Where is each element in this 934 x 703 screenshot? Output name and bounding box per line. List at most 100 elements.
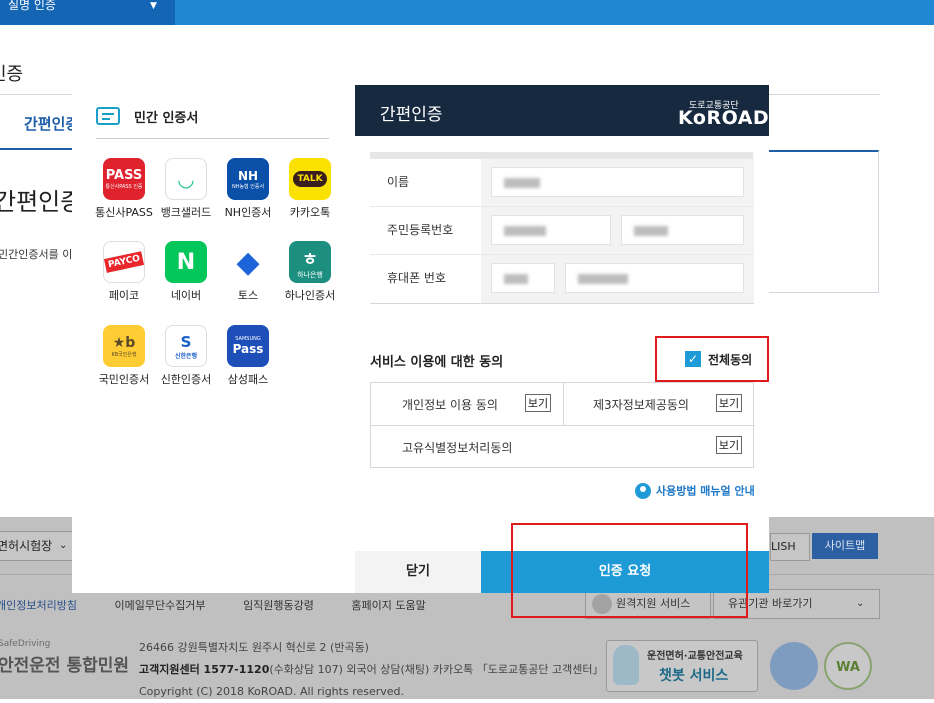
consent-third-party-label: 제3자정보제공동의 (593, 398, 689, 412)
page-heading: 간편인증 (0, 188, 83, 216)
sitemap-button[interactable]: 사이트맵 (812, 533, 878, 559)
customer-center: 고객지원센터 1577-1120 (139, 663, 270, 676)
copyright: Copyright (C) 2018 KoROAD. All rights re… (139, 685, 405, 698)
phone-label: 휴대폰 번호 (387, 271, 447, 285)
name-row: 이름 (370, 158, 754, 207)
banksalad-logo-icon: ◡ (165, 158, 207, 200)
cert-payco[interactable]: PAYCO 페이코 (92, 241, 156, 302)
private-cert-title: 민간 인증서 (134, 111, 199, 126)
cert-payco-label: 페이코 (108, 289, 140, 302)
code-of-conduct-link[interactable]: 임직원행동강령 (243, 599, 314, 612)
user-info-form: 이름 주민등록번호 휴대폰 번호 (370, 158, 754, 304)
consent-third-party-view-button[interactable]: 보기 (716, 394, 742, 412)
cert-toss-label: 토스 (237, 289, 259, 302)
shinhan-logo-icon: S 신한은행 (165, 325, 207, 367)
consent-section-title: 서비스 이용에 대한 동의 (370, 355, 504, 370)
phone-number-field[interactable] (565, 263, 744, 293)
name-label: 이름 (387, 175, 410, 189)
cert-shinhan[interactable]: S 신한은행 신한인증서 (154, 325, 218, 386)
hana-logo-icon: ㅎ 하나은행 (289, 241, 331, 283)
chatbot-line1: 운전면허·교통안전교육 (647, 651, 743, 662)
cert-nh[interactable]: NH NH농협 인증서 NH인증서 (216, 158, 280, 219)
resident-number-row: 주민등록번호 (370, 206, 754, 255)
private-cert-panel: 민간 인증서 PASS 통신사PASS 인증 통신사PASS ◡ 뱅크샐러드 NH… (72, 85, 355, 593)
footer-logo-subtitle: SafeDriving (0, 639, 51, 649)
consent-list: 개인정보 이용 동의 보기 제3자정보제공동의 보기 고유식별정보처리동의 보기 (370, 382, 755, 468)
cert-shinhan-label: 신한인증서 (160, 373, 212, 386)
toss-logo-icon: ◆ (227, 241, 269, 283)
resident-number-back-field[interactable] (621, 215, 744, 245)
consent-privacy-view-button[interactable]: 보기 (525, 394, 551, 412)
email-refusal-link[interactable]: 이메일무단수집거부 (114, 599, 205, 612)
english-button[interactable]: LISH (770, 533, 810, 561)
chatbot-line2: 챗봇 서비스 (659, 668, 729, 684)
kakao-logo-icon: TALK (289, 158, 331, 200)
chatbot-banner[interactable]: 운전면허·교통안전교육 챗봇 서비스 (606, 640, 758, 692)
user-manual-link[interactable]: 사용방법 매뉴얼 안내 (635, 480, 755, 499)
customer-center-detail: (수화상담 107) 외국어 상담(채팅) 카카오톡 「도로교통공단 고객센터」… (269, 663, 628, 676)
address: 26466 강원특별자치도 원주시 혁신로 2 (반곡동) (139, 641, 369, 654)
cert-pass-label: 통신사PASS (95, 206, 153, 219)
user-icon (635, 482, 651, 499)
cert-kb-label: 국민인증서 (98, 373, 150, 386)
consent-privacy-label: 개인정보 이용 동의 (402, 398, 498, 412)
cert-toss[interactable]: ◆ 토스 (216, 241, 280, 302)
exam-site-select-label: 면허시험장 (0, 539, 53, 553)
chevron-down-icon: ⌄ (856, 598, 865, 609)
highlight-agree-all (655, 336, 769, 382)
chevron-down-icon: ⌄ (59, 540, 68, 551)
footer-logo: 안전운전 통합민원 (0, 656, 130, 676)
resident-number-label: 주민등록번호 (387, 223, 454, 237)
web-accessibility-badge-icon: WA (824, 642, 872, 690)
private-cert-header: 민간 인증서 (96, 105, 329, 139)
cert-kakao-label: 카카오톡 (289, 206, 331, 219)
pass-logo-icon: PASS 통신사PASS 인증 (103, 158, 145, 200)
cert-samsung-pass-label: 삼성패스 (227, 373, 269, 386)
cert-banksalad-label: 뱅크샐러드 (160, 206, 212, 219)
identity-tab-label: 실명 인증 (8, 0, 56, 12)
cert-banksalad[interactable]: ◡ 뱅크샐러드 (154, 158, 218, 219)
close-button[interactable]: 닫기 (355, 551, 481, 593)
consent-unique-id-view-button[interactable]: 보기 (716, 436, 742, 454)
naver-logo-icon: N (165, 241, 207, 283)
identity-tab[interactable]: 실명 인증 ▼ (0, 0, 175, 25)
tab-simple-auth[interactable]: 간편인증 (24, 113, 79, 134)
cert-nh-label: NH인증서 (224, 206, 272, 219)
resident-number-front-field[interactable] (491, 215, 611, 245)
cert-naver[interactable]: N 네이버 (154, 241, 218, 302)
nh-logo-icon: NH NH농협 인증서 (227, 158, 269, 200)
payco-logo-icon: PAYCO (103, 241, 145, 283)
koroad-logo: KoROAD (678, 107, 770, 129)
page-title: 인증 (0, 64, 24, 85)
user-manual-label: 사용방법 매뉴얼 안내 (656, 484, 755, 498)
privacy-policy-link[interactable]: 개인정보처리방침 (0, 599, 77, 612)
certification-badge-icon (770, 642, 818, 690)
exam-site-select[interactable]: 면허시험장 ⌄ (0, 531, 78, 561)
modal-title: 간편인증 (380, 105, 443, 125)
top-nav-bar: 실명 인증 ▼ (0, 0, 934, 25)
page-description: 민간인증서를 이 (0, 248, 73, 261)
cert-kakao[interactable]: TALK 카카오톡 (278, 158, 342, 219)
help-link[interactable]: 홈페이지 도움말 (351, 599, 425, 612)
cert-hana-label: 하나인증서 (284, 289, 336, 302)
chevron-down-icon: ▼ (150, 1, 157, 11)
cert-kb[interactable]: ★b KB국민은행 국민인증서 (92, 325, 156, 386)
phone-carrier-field[interactable] (491, 263, 555, 293)
cert-pass[interactable]: PASS 통신사PASS 인증 통신사PASS (92, 158, 156, 219)
modal-header: 간편인증 도로교통공단 KoROAD (355, 85, 769, 136)
phone-row: 휴대폰 번호 (370, 254, 754, 303)
kb-logo-icon: ★b KB국민은행 (103, 325, 145, 367)
mascot-icon (613, 645, 639, 685)
footer-address-block: 26466 강원특별자치도 원주시 혁신로 2 (반곡동) 고객지원센터 157… (139, 637, 627, 703)
name-field[interactable] (491, 167, 744, 197)
consent-unique-id-label: 고유식별정보처리동의 (402, 441, 513, 455)
certificate-icon (96, 107, 120, 125)
cert-samsung-pass[interactable]: SAMSUNG Pass 삼성패스 (216, 325, 280, 386)
highlight-request-button (511, 523, 748, 618)
active-tab-indicator (0, 148, 72, 150)
content-box (768, 150, 879, 293)
footer-links: 개인정보처리방침 이메일무단수집거부 임직원행동강령 홈페이지 도움말 (0, 597, 460, 613)
samsung-pass-logo-icon: SAMSUNG Pass (227, 325, 269, 367)
cert-hana[interactable]: ㅎ 하나은행 하나인증서 (278, 241, 342, 302)
cert-naver-label: 네이버 (170, 289, 202, 302)
